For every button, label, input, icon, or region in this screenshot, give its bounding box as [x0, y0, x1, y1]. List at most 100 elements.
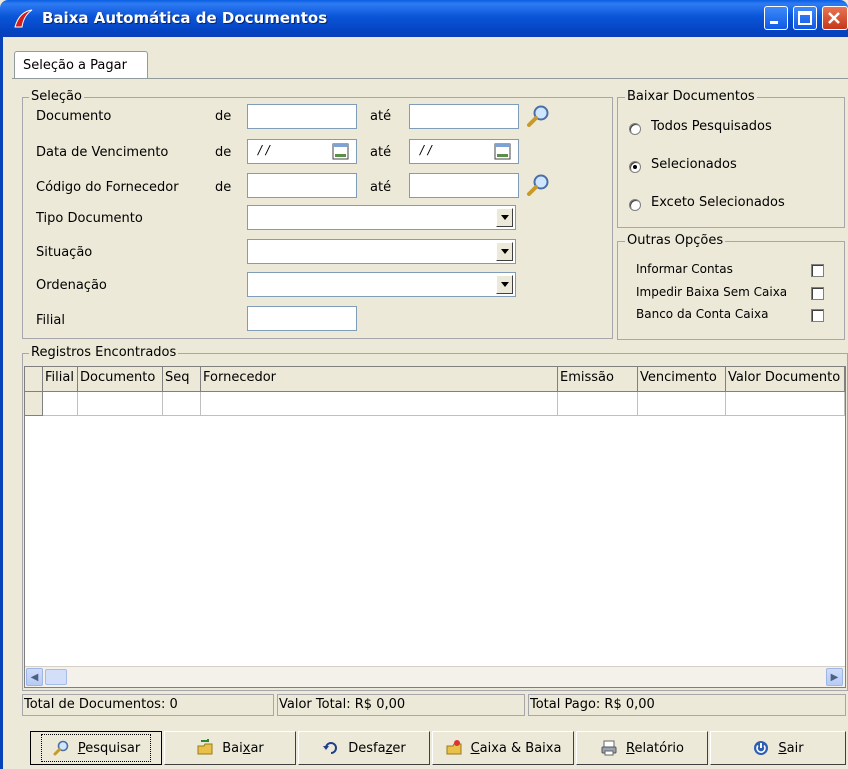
documento-ate-label: até: [370, 109, 392, 124]
status-total-pago: Total Pago: R$ 0,00: [528, 694, 846, 716]
tipo-documento-label: Tipo Documento: [36, 211, 143, 226]
codigo-fornecedor-de-input[interactable]: [247, 173, 357, 198]
table-cell[interactable]: [43, 392, 78, 416]
caixa-baixa-label: Caixa & Baixa: [470, 740, 562, 756]
scroll-right-button[interactable]: ▶: [826, 668, 843, 686]
close-icon: [828, 12, 840, 24]
sair-button[interactable]: Sair: [710, 731, 846, 765]
ordenacao-label: Ordenação: [36, 278, 107, 293]
table-cell[interactable]: [78, 392, 163, 416]
documento-de-label: de: [215, 109, 232, 124]
folder-arrow-icon: [197, 739, 213, 755]
documents-grid[interactable]: Filial Documento Seq Fornecedor Emissão …: [24, 366, 846, 688]
chevron-down-icon: [500, 282, 509, 287]
tipo-documento-select[interactable]: [247, 205, 516, 230]
impedir-baixa-sem-caixa-label: Impedir Baixa Sem Caixa: [636, 285, 788, 299]
table-cell[interactable]: [558, 392, 638, 416]
filial-label: Filial: [36, 313, 65, 328]
desfazer-button[interactable]: Desfazer: [298, 731, 430, 765]
todos-pesquisados-label[interactable]: Todos Pesquisados: [651, 119, 772, 134]
maximize-icon: [798, 11, 812, 25]
table-cell[interactable]: [638, 392, 726, 416]
column-header-filial[interactable]: Filial: [43, 367, 78, 392]
minimize-button[interactable]: [764, 6, 788, 30]
printer-icon: [601, 740, 617, 756]
tab-selecao-a-pagar[interactable]: Seleção a Pagar: [14, 51, 148, 79]
data-vencimento-label: Data de Vencimento: [36, 145, 169, 160]
undo-icon: [323, 742, 338, 754]
column-header-valor-documento[interactable]: Valor Documento: [726, 367, 845, 392]
ordenacao-select[interactable]: [247, 272, 516, 297]
codigo-fornecedor-ate-label: até: [370, 180, 392, 195]
search-icon: [53, 740, 69, 756]
magnifier-icon[interactable]: [525, 172, 551, 198]
relatorio-button[interactable]: Relatório: [576, 731, 708, 765]
status-total-documentos: Total de Documentos: 0: [22, 694, 274, 716]
power-icon: [754, 741, 769, 755]
table-cell[interactable]: [201, 392, 558, 416]
situacao-dropdown-button[interactable]: [496, 242, 513, 261]
calendar-icon[interactable]: [331, 142, 351, 161]
chevron-right-icon: ▶: [830, 671, 839, 683]
maximize-button[interactable]: [793, 6, 817, 30]
column-header-documento[interactable]: Documento: [78, 367, 163, 392]
scroll-left-button[interactable]: ◀: [26, 668, 43, 686]
radio-selected-dot: [633, 165, 637, 169]
selecionados-label[interactable]: Selecionados: [651, 157, 737, 172]
informar-contas-checkbox[interactable]: [811, 264, 824, 277]
documento-label: Documento: [36, 109, 112, 124]
situacao-label: Situação: [36, 245, 93, 260]
radio-todos-pesquisados[interactable]: [629, 123, 641, 135]
banco-conta-caixa-label: Banco da Conta Caixa: [636, 307, 769, 321]
codigo-fornecedor-label: Código do Fornecedor: [36, 180, 179, 195]
registros-title: Registros Encontrados: [29, 345, 179, 360]
minimize-icon: [770, 21, 778, 24]
impedir-baixa-sem-caixa-checkbox[interactable]: [811, 287, 824, 300]
baixar-documentos-title: Baixar Documentos: [625, 89, 757, 104]
table-cell[interactable]: [726, 392, 845, 416]
table-cell[interactable]: [163, 392, 201, 416]
filial-input[interactable]: [247, 306, 357, 331]
sair-label: Sair: [778, 740, 804, 756]
situacao-select[interactable]: [247, 239, 516, 264]
desfazer-label: Desfazer: [348, 740, 406, 756]
documento-de-input[interactable]: [247, 104, 357, 129]
tipo-documento-dropdown-button[interactable]: [496, 208, 513, 227]
outras-opcoes-title: Outras Opções: [625, 233, 726, 248]
column-header-seq[interactable]: Seq: [163, 367, 201, 392]
codigo-fornecedor-de-label: de: [215, 180, 232, 195]
close-button[interactable]: [822, 6, 848, 30]
radio-exceto-selecionados[interactable]: [629, 199, 641, 211]
ordenacao-dropdown-button[interactable]: [496, 275, 513, 294]
chevron-down-icon: [500, 249, 509, 254]
row-indicator[interactable]: [25, 392, 43, 416]
pesquisar-label: Pesquisar: [77, 740, 141, 756]
codigo-fornecedor-ate-input[interactable]: [409, 173, 519, 198]
app-logo-icon: [14, 9, 33, 28]
chevron-down-icon: [500, 215, 509, 220]
documento-ate-input[interactable]: [409, 104, 519, 129]
exceto-selecionados-label[interactable]: Exceto Selecionados: [651, 195, 785, 210]
banco-conta-caixa-checkbox[interactable]: [811, 309, 824, 322]
horizontal-scrollbar[interactable]: ◀ ▶: [25, 666, 845, 687]
selecao-group-title: Seleção: [29, 89, 84, 104]
grid-indicator-header: [25, 367, 43, 392]
magnifier-icon[interactable]: [525, 103, 551, 129]
calendar-icon[interactable]: [493, 142, 513, 161]
caixa-baixa-button[interactable]: Caixa & Baixa: [432, 731, 574, 765]
window-title: Baixa Automática de Documentos: [42, 9, 328, 27]
scroll-thumb[interactable]: [45, 669, 67, 685]
column-header-vencimento[interactable]: Vencimento: [638, 367, 726, 392]
column-header-fornecedor[interactable]: Fornecedor: [201, 367, 558, 392]
radio-selecionados[interactable]: [629, 161, 641, 173]
tab-panel-border: [12, 78, 848, 79]
status-valor-total: Valor Total: R$ 0,00: [277, 694, 525, 716]
chevron-left-icon: ◀: [30, 671, 39, 683]
pesquisar-button[interactable]: Pesquisar: [30, 731, 162, 765]
data-vencimento-de-label: de: [215, 145, 232, 160]
relatorio-label: Relatório: [626, 740, 684, 756]
column-header-emissao[interactable]: Emissão: [558, 367, 638, 392]
baixar-button[interactable]: Baixar: [164, 731, 296, 765]
baixar-label: Baixar: [222, 740, 264, 756]
data-vencimento-ate-label: até: [370, 145, 392, 160]
